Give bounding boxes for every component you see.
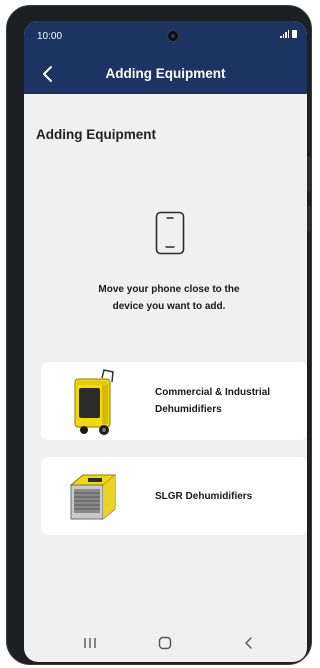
industrial-dehumidifier-image [74, 369, 114, 435]
home-icon[interactable] [158, 636, 172, 650]
recents-icon[interactable] [83, 637, 97, 649]
front-camera [167, 30, 179, 42]
header-title: Adding Equipment [105, 66, 226, 81]
card-label-commercial: Commercial & Industrial Dehumidifiers [155, 384, 295, 418]
equipment-card-commercial[interactable]: Commercial & Industrial Dehumidifiers [41, 362, 307, 440]
card-label-line-2: Dehumidifiers [155, 404, 222, 415]
phone-frame: 10:00 Adding Equipment Adding Equipment … [6, 5, 312, 665]
instruction-line-2: device you want to add. [112, 301, 226, 312]
status-bar: 10:00 [24, 21, 307, 49]
nav-back-icon[interactable] [242, 636, 256, 650]
card-label-line-1: Commercial & Industrial [155, 387, 271, 398]
system-nav-bar [24, 627, 307, 662]
signal-icon [280, 30, 289, 38]
status-icons [280, 30, 297, 38]
card-label-slgr: SLGR Dehumidifiers [155, 491, 253, 502]
status-time: 10:00 [37, 31, 63, 42]
instruction-line-1: Move your phone close to the [98, 284, 240, 295]
power-button [307, 206, 311, 232]
title-bar: Adding Equipment [24, 61, 307, 87]
slgr-dehumidifier-image [69, 474, 117, 520]
volume-button [307, 156, 311, 192]
instruction-text: Move your phone close to the device you … [64, 281, 274, 315]
battery-icon [292, 30, 297, 38]
equipment-card-slgr[interactable]: SLGR Dehumidifiers [41, 457, 307, 535]
app-screen: 10:00 Adding Equipment Adding Equipment … [24, 21, 307, 662]
page-title: Adding Equipment [36, 127, 156, 142]
app-header: 10:00 Adding Equipment [24, 21, 307, 94]
smartphone-icon [155, 211, 185, 255]
